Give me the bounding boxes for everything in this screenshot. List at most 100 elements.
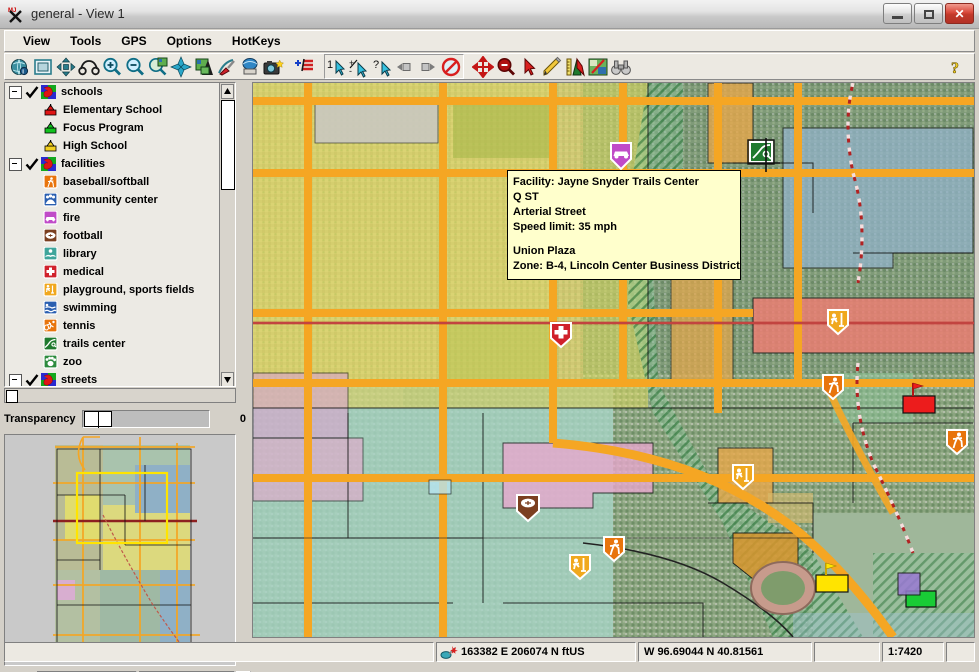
layer-item-tennis[interactable]: tennis bbox=[5, 317, 235, 335]
slider-thumb[interactable] bbox=[84, 411, 112, 428]
layer-group-icon bbox=[41, 157, 56, 171]
expander-icon[interactable] bbox=[9, 157, 22, 171]
svg-text:-: - bbox=[349, 66, 352, 76]
layer-item-football[interactable]: football bbox=[5, 227, 235, 245]
menu-hotkeys[interactable]: HotKeys bbox=[222, 32, 291, 50]
layer-item-community-center[interactable]: community center bbox=[5, 191, 235, 209]
draw-icon[interactable] bbox=[216, 56, 238, 78]
layer-item-baseball-softball[interactable]: baseball/softball bbox=[5, 173, 235, 191]
map-marker-medical[interactable] bbox=[549, 321, 573, 349]
layer-group-facilities[interactable]: facilities bbox=[5, 155, 235, 173]
menu-gps[interactable]: GPS bbox=[111, 32, 156, 50]
layer-label: fire bbox=[63, 212, 81, 224]
close-button[interactable]: ✕ bbox=[945, 3, 974, 24]
checkbox-checked-icon[interactable] bbox=[25, 373, 39, 387]
layer-item-fire[interactable]: fire bbox=[5, 209, 235, 227]
next-feature-icon[interactable] bbox=[417, 56, 439, 78]
layer-label: swimming bbox=[63, 302, 117, 314]
refresh-icon[interactable] bbox=[170, 55, 192, 78]
menu-options[interactable]: Options bbox=[157, 32, 222, 50]
map-marker-baseball-south[interactable] bbox=[602, 535, 626, 563]
select-arrow-icon[interactable] bbox=[518, 56, 540, 78]
tooltip-line-blank bbox=[513, 235, 735, 244]
layer-item-focus-program[interactable]: Focus Program bbox=[5, 119, 235, 137]
layer-label: Elementary School bbox=[63, 104, 163, 116]
measure-icon[interactable] bbox=[564, 56, 586, 78]
overview-map-canvas bbox=[5, 435, 235, 665]
map-marker-playground-east[interactable] bbox=[731, 463, 755, 491]
map-marker-baseball-far-east[interactable] bbox=[945, 428, 969, 456]
zoo-icon bbox=[43, 355, 58, 369]
map-marker-fire[interactable] bbox=[608, 141, 634, 171]
expander-icon[interactable] bbox=[9, 85, 22, 99]
full-extent-icon[interactable] bbox=[32, 56, 54, 78]
title-bar: MJ general - View 1 ✕ bbox=[0, 0, 979, 29]
identify-one-icon[interactable]: 1 bbox=[325, 56, 347, 78]
overview-map[interactable] bbox=[4, 434, 236, 666]
window-controls: ✕ bbox=[883, 3, 974, 24]
zoom-previous-icon[interactable] bbox=[78, 56, 100, 78]
status-empty-middle bbox=[814, 642, 880, 662]
identify-ratio-icon[interactable]: + - bbox=[348, 56, 370, 78]
layer-label: Focus Program bbox=[63, 122, 144, 134]
no-select-icon[interactable] bbox=[440, 56, 462, 78]
scroll-down-arrow-icon[interactable] bbox=[221, 372, 234, 386]
layer-group-schools[interactable]: schools bbox=[5, 83, 235, 101]
tennis-icon bbox=[43, 319, 58, 333]
expander-icon[interactable] bbox=[9, 373, 22, 386]
maximize-button[interactable] bbox=[914, 3, 943, 24]
layer-label: community center bbox=[63, 194, 158, 206]
zoom-select-icon[interactable] bbox=[147, 56, 169, 78]
zoom-out-icon[interactable] bbox=[124, 56, 146, 78]
pan-cross-icon[interactable] bbox=[472, 55, 494, 78]
layer-item-swimming[interactable]: swimming bbox=[5, 299, 235, 317]
tooltip-line-facility: Facility: Jayne Snyder Trails Center bbox=[513, 176, 699, 188]
layer-item-trails-center[interactable]: trails center bbox=[5, 335, 235, 353]
globe-info-icon[interactable]: i bbox=[9, 56, 31, 78]
map-marker-football[interactable] bbox=[515, 493, 541, 523]
layer-item-library[interactable]: library bbox=[5, 245, 235, 263]
layer-tree-vscrollbar[interactable] bbox=[219, 83, 235, 386]
map-view[interactable] bbox=[252, 82, 975, 638]
raster-off-icon[interactable] bbox=[587, 56, 609, 78]
scroll-thumb[interactable] bbox=[221, 100, 235, 190]
pencil-icon[interactable] bbox=[541, 56, 563, 78]
status-scale: 1:7420 bbox=[882, 642, 944, 662]
minimize-button[interactable] bbox=[883, 3, 912, 24]
scroll-thumb[interactable] bbox=[6, 390, 18, 403]
layer-item-high-school[interactable]: High School bbox=[5, 137, 235, 155]
transparency-row: Transparency 0 bbox=[4, 408, 251, 430]
identify-help-icon[interactable]: ? bbox=[371, 56, 393, 78]
map-marker-baseball-north[interactable] bbox=[821, 373, 845, 401]
zoom-in-icon[interactable] bbox=[101, 56, 123, 78]
help-question-icon[interactable]: ? bbox=[948, 56, 968, 78]
main-toolbar: i 1 + - ? ? bbox=[4, 53, 975, 80]
map-marker-playground-south[interactable] bbox=[568, 553, 592, 581]
transparency-label: Transparency bbox=[4, 413, 76, 425]
baseball-icon bbox=[43, 175, 58, 189]
add-feature-icon[interactable] bbox=[293, 56, 315, 78]
layer-item-zoo[interactable]: zoo bbox=[5, 353, 235, 371]
pan-icon[interactable] bbox=[55, 56, 77, 78]
layer-item-playground-sports-fields[interactable]: playground, sports fields bbox=[5, 281, 235, 299]
zoom-out-tool-icon[interactable] bbox=[495, 56, 517, 78]
checkbox-checked-icon[interactable] bbox=[25, 157, 39, 171]
layer-group-streets[interactable]: streets bbox=[5, 371, 235, 387]
binocular-icon[interactable] bbox=[610, 56, 632, 78]
prev-feature-icon[interactable] bbox=[394, 56, 416, 78]
transparency-slider[interactable] bbox=[82, 410, 210, 428]
menu-tools[interactable]: Tools bbox=[60, 32, 111, 50]
layer-tree[interactable]: schools Elementary School Focus Program … bbox=[4, 82, 236, 387]
scroll-up-arrow-icon[interactable] bbox=[221, 84, 234, 99]
checkbox-checked-icon[interactable] bbox=[25, 85, 39, 99]
print-icon[interactable] bbox=[239, 56, 261, 78]
layer-item-elementary-school[interactable]: Elementary School bbox=[5, 101, 235, 119]
map-marker-trails-center-selected[interactable] bbox=[746, 138, 780, 176]
layer-item-medical[interactable]: medical bbox=[5, 263, 235, 281]
map-marker-playground-north[interactable] bbox=[826, 308, 850, 336]
layer-tree-hscrollbar[interactable] bbox=[4, 388, 236, 403]
camera-icon[interactable] bbox=[262, 56, 284, 78]
layers-icon[interactable] bbox=[193, 56, 215, 78]
tooltip-line-plaza: Union Plaza bbox=[513, 245, 576, 257]
menu-view[interactable]: View bbox=[13, 32, 60, 50]
